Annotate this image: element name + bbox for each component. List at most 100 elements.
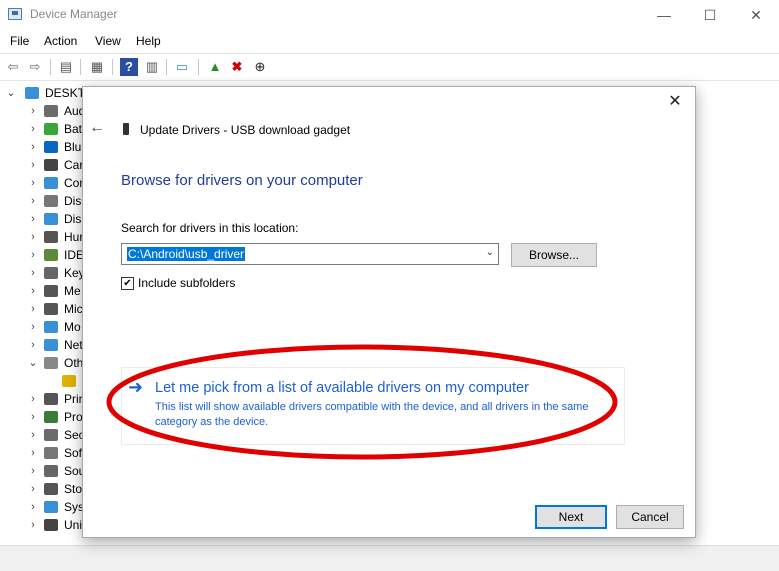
tree-item[interactable]: › Net — [0, 336, 90, 354]
back-arrow-icon[interactable]: ← — [89, 119, 105, 137]
window-title: Device Manager — [30, 7, 118, 21]
uninstall-icon[interactable]: ✖ — [228, 58, 246, 76]
printer-icon — [44, 393, 58, 405]
pick-driver-link[interactable]: Let me pick from a list of available dri… — [155, 380, 529, 396]
chevron-down-icon[interactable]: ⌄ — [6, 84, 16, 102]
menu-view[interactable]: View — [95, 34, 121, 48]
include-subfolders-label[interactable]: Include subfolders — [138, 276, 235, 290]
chevron-right-icon[interactable]: › — [28, 498, 38, 516]
chevron-right-icon[interactable]: › — [28, 228, 38, 246]
tree-item-label: Pro — [64, 410, 83, 424]
title-bar: Device Manager — ☐ ✕ — [0, 0, 779, 30]
tree-item[interactable]: › Sec — [0, 426, 90, 444]
back-icon[interactable]: ⇦ — [4, 58, 22, 76]
browse-button[interactable]: Browse... — [511, 243, 597, 267]
chevron-right-icon[interactable]: › — [28, 480, 38, 498]
display-icon — [44, 213, 58, 225]
tree-root[interactable]: ⌄ DESKTO — [0, 84, 90, 102]
tree-item[interactable]: › Sou — [0, 462, 90, 480]
tree-item[interactable]: › Con — [0, 174, 90, 192]
chevron-right-icon[interactable]: › — [28, 102, 38, 120]
details-icon[interactable]: ▥ — [143, 58, 161, 76]
driver-path-combobox[interactable]: C:\Android\usb_driver ⌄ — [121, 243, 499, 265]
tree-item[interactable]: ⌄ Oth — [0, 354, 90, 372]
help-icon[interactable]: ? — [120, 58, 138, 76]
tree-item[interactable]: › Sto — [0, 480, 90, 498]
device-tree: ⌄ DESKTO › Aud › Bat › Blu › Car › Con › Disl › Disp ›… — [0, 82, 90, 542]
toolbar-separator — [80, 59, 81, 75]
toolbar: ⇦ ⇨ ▤ ▦ ? ▥ ▭ ▲ ✖ ⊕ — [0, 53, 779, 81]
tree-item[interactable]: › Mic — [0, 300, 90, 318]
close-button[interactable]: ✕ — [733, 0, 779, 30]
chevron-right-icon[interactable]: › — [28, 210, 38, 228]
chevron-right-icon[interactable]: › — [28, 444, 38, 462]
chevron-down-icon[interactable]: ⌄ — [486, 247, 494, 258]
dialog-close-button[interactable]: ✕ — [663, 91, 687, 113]
mouse-icon — [44, 303, 58, 315]
chevron-right-icon[interactable]: › — [28, 426, 38, 444]
tree-item[interactable]: › Disp — [0, 210, 90, 228]
chevron-right-icon[interactable]: › — [28, 246, 38, 264]
properties-icon[interactable]: ▤ — [57, 58, 75, 76]
download-icon[interactable]: ⊕ — [251, 58, 269, 76]
network-icon — [44, 339, 58, 351]
tree-item[interactable]: › Me — [0, 282, 90, 300]
chevron-right-icon[interactable]: › — [28, 462, 38, 480]
arrow-right-icon[interactable]: ➜ — [128, 377, 143, 398]
chevron-right-icon[interactable]: › — [28, 264, 38, 282]
chevron-right-icon[interactable]: › — [28, 156, 38, 174]
menu-action[interactable]: Action — [44, 34, 77, 48]
tree-item-label: Sys — [64, 500, 85, 514]
tree-item[interactable]: › Bat — [0, 120, 90, 138]
tree-item[interactable]: › Sys — [0, 498, 90, 516]
tree-item[interactable]: › Uni — [0, 516, 90, 534]
tree-item[interactable]: › IDE — [0, 246, 90, 264]
next-button[interactable]: Next — [535, 505, 607, 529]
computer-icon — [44, 177, 58, 189]
other-devices-icon — [44, 357, 58, 369]
tree-item-label: Prir — [64, 392, 83, 406]
tree-item-label: Oth — [64, 356, 84, 370]
tree-item[interactable]: › Aud — [0, 102, 90, 120]
tree-item[interactable]: › Blu — [0, 138, 90, 156]
chevron-right-icon[interactable]: › — [28, 138, 38, 156]
usb-device-icon — [123, 123, 129, 135]
chevron-down-icon[interactable]: ⌄ — [28, 354, 38, 372]
tree-item[interactable]: › Sof — [0, 444, 90, 462]
processor-icon — [44, 411, 58, 423]
update-drivers-dialog: ✕ ← Update Drivers - USB download gadget… — [82, 86, 696, 538]
chevron-right-icon[interactable]: › — [28, 390, 38, 408]
warning-device-icon — [62, 375, 76, 387]
tree-item[interactable]: › Pro — [0, 408, 90, 426]
menu-help[interactable]: Help — [136, 34, 161, 48]
list-view-icon[interactable]: ▦ — [88, 58, 106, 76]
forward-icon[interactable]: ⇨ — [26, 58, 44, 76]
update-driver-icon[interactable]: ▲ — [206, 58, 224, 76]
tree-item-label: IDE — [64, 248, 85, 262]
tree-item[interactable]: › Key — [0, 264, 90, 282]
maximize-button[interactable]: ☐ — [687, 0, 733, 30]
chevron-right-icon[interactable]: › — [28, 174, 38, 192]
include-subfolders-checkbox[interactable]: ✔ — [121, 277, 134, 290]
tree-item[interactable]: › Prir — [0, 390, 90, 408]
minimize-button[interactable]: — — [641, 0, 687, 30]
chevron-right-icon[interactable]: › — [28, 282, 38, 300]
tree-item[interactable]: › Hur — [0, 228, 90, 246]
tree-item[interactable]: › Mo — [0, 318, 90, 336]
chevron-right-icon[interactable]: › — [28, 120, 38, 138]
monitor-icon[interactable]: ▭ — [173, 58, 191, 76]
tree-item-label: Bat — [64, 122, 83, 136]
cancel-button[interactable]: Cancel — [616, 505, 684, 529]
driver-path-value[interactable]: C:\Android\usb_driver — [127, 247, 246, 261]
tree-item-label: Sto — [64, 482, 83, 496]
chevron-right-icon[interactable]: › — [28, 336, 38, 354]
chevron-right-icon[interactable]: › — [28, 318, 38, 336]
chevron-right-icon[interactable]: › — [28, 516, 38, 534]
chevron-right-icon[interactable]: › — [28, 192, 38, 210]
chevron-right-icon[interactable]: › — [28, 408, 38, 426]
tree-item[interactable]: › Car — [0, 156, 90, 174]
menu-file[interactable]: File — [10, 34, 29, 48]
tree-item[interactable]: › Disl — [0, 192, 90, 210]
tree-item[interactable] — [0, 372, 90, 390]
chevron-right-icon[interactable]: › — [28, 300, 38, 318]
